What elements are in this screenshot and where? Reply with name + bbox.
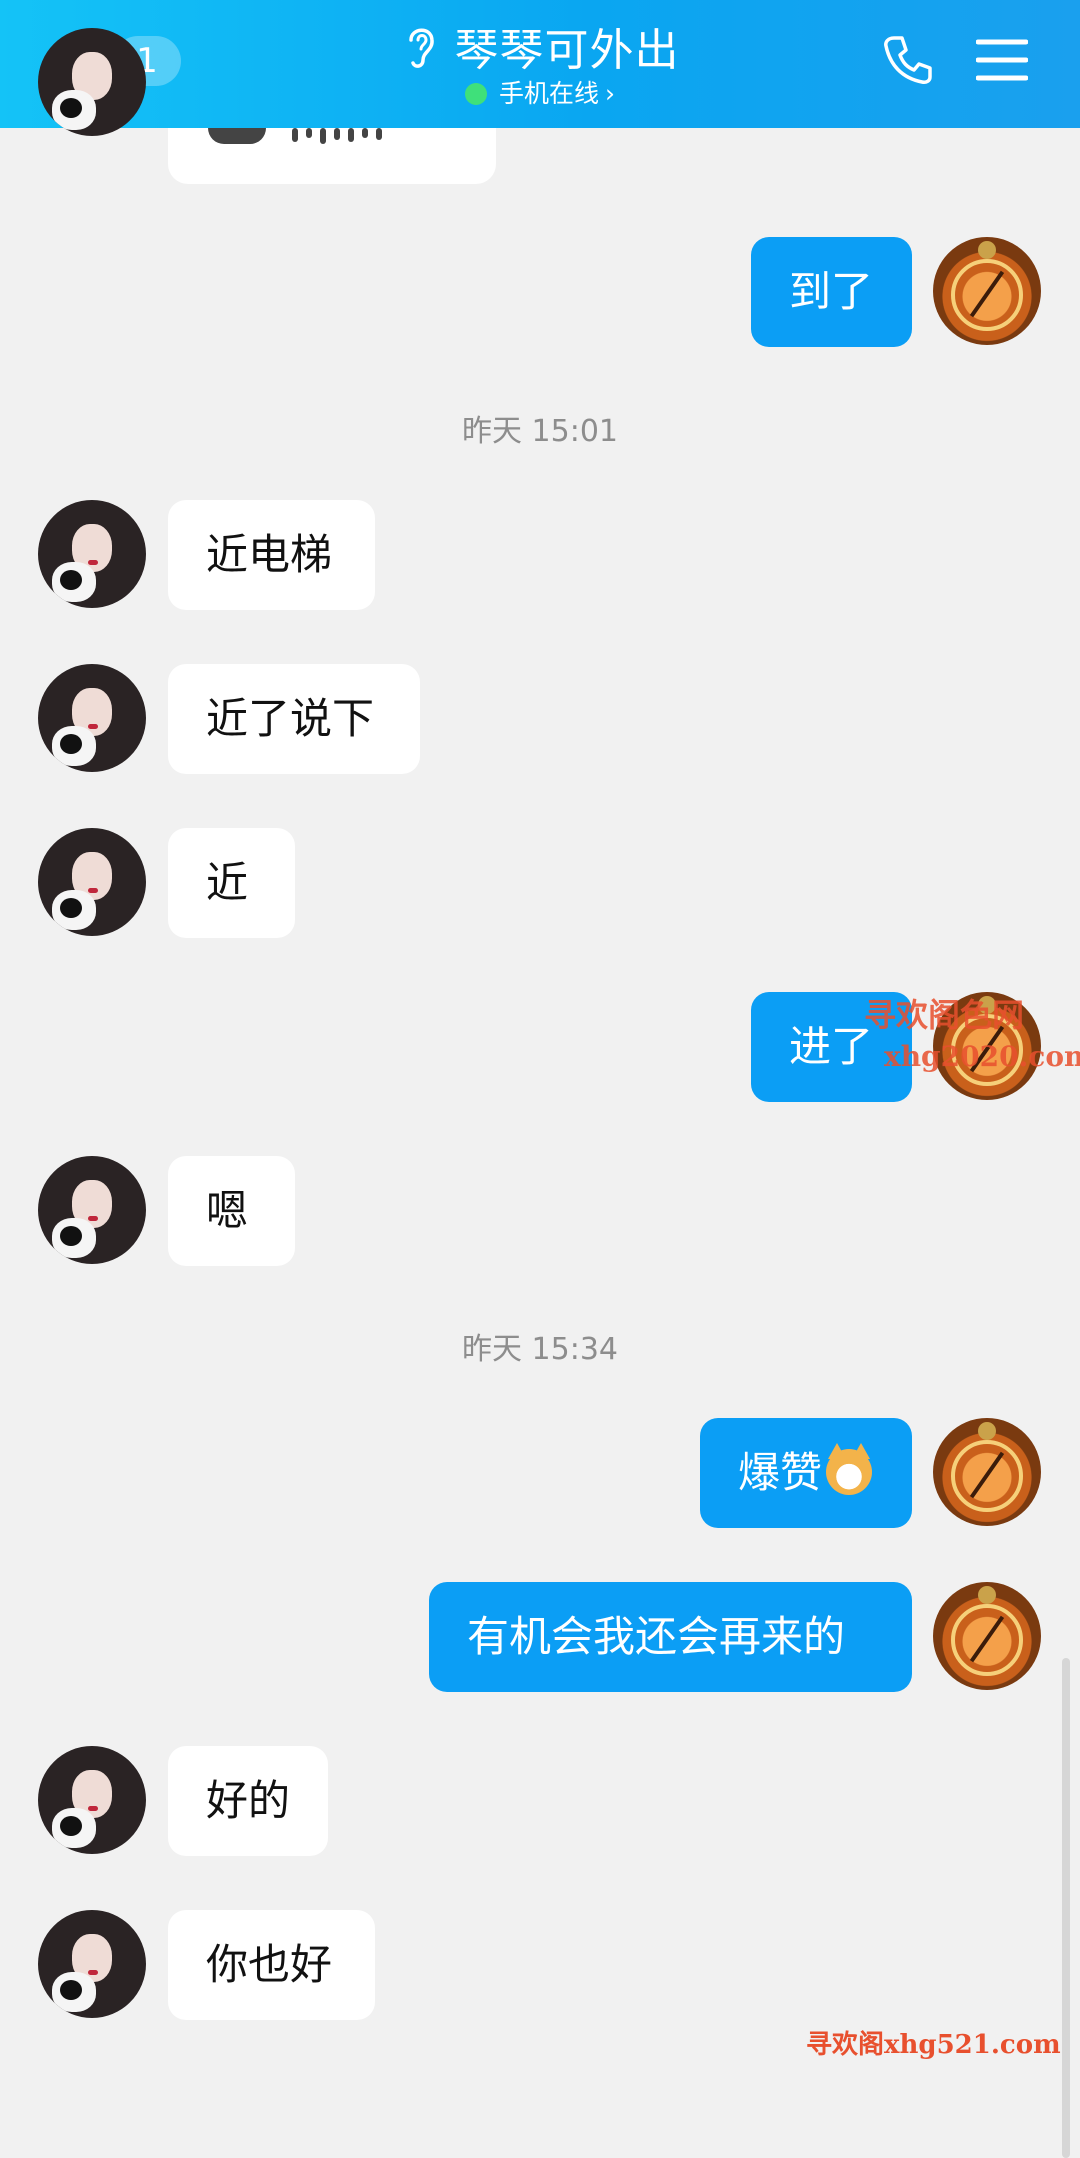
my-avatar[interactable] [933,237,1041,345]
watermark-top-line1: 寻欢阁色网 [864,996,1025,1034]
chevron-right-icon: › [605,79,615,108]
message-bubble-incoming[interactable]: 近了说下 [168,664,420,774]
scrollbar[interactable] [1062,1658,1070,2158]
message-bubble-incoming[interactable]: 好的 [168,1746,328,1856]
status-text: 手机在线 [498,79,599,108]
my-avatar[interactable] [933,1418,1041,1526]
message-text: 爆赞 [738,1448,823,1497]
contact-avatar[interactable] [38,1156,146,1264]
chat-header: 1 琴琴可外出 手机在线 › [0,0,1080,128]
voice-message[interactable] [168,128,496,184]
my-avatar[interactable] [933,1582,1041,1690]
online-dot-icon [464,83,487,105]
message-timestamp: 昨天 15:01 [462,414,618,449]
contact-avatar[interactable] [38,500,146,608]
message-bubble-incoming[interactable]: 嗯 [168,1156,295,1266]
ear-icon[interactable] [401,20,441,72]
message-bubble-outgoing[interactable]: 有机会我还会再来的 [429,1582,912,1692]
shiba-emoji-icon [826,1443,873,1495]
message-bubble-outgoing[interactable]: 到了 [751,237,912,347]
contact-avatar[interactable] [38,828,146,936]
message-list[interactable]: 到了 昨天 15:01 近电梯 近了说下 近 进了 嗯 昨天 15:34 爆赞 … [0,28,1080,2158]
contact-avatar[interactable] [38,28,146,136]
contact-avatar[interactable] [38,1746,146,1854]
contact-name[interactable]: 琴琴可外出 [455,14,680,78]
message-bubble-incoming[interactable]: 你也好 [168,1910,375,2020]
contact-avatar[interactable] [38,1910,146,2018]
contact-avatar[interactable] [38,664,146,772]
voice-play-icon[interactable] [208,128,266,144]
watermark-top-line2: xhg2020.com [884,1040,1080,1073]
voice-waveform [292,128,412,144]
watermark-bottom: 寻欢阁xhg521.com [806,2030,1061,2060]
message-bubble-incoming[interactable]: 近电梯 [168,500,375,610]
menu-icon[interactable] [976,38,1028,82]
phone-icon[interactable] [880,32,936,88]
message-bubble-incoming[interactable]: 近 [168,828,295,938]
message-bubble-outgoing[interactable]: 爆赞 [700,1418,912,1528]
message-timestamp: 昨天 15:34 [462,1332,618,1367]
